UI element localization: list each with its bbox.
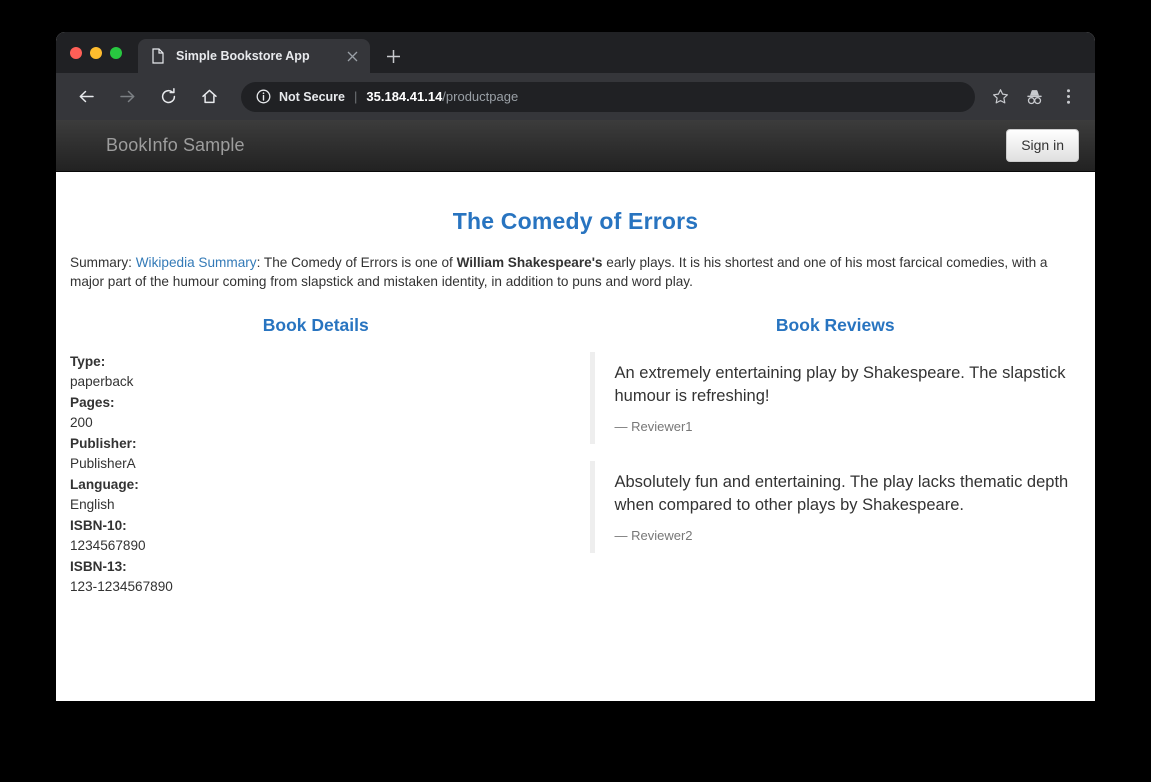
tab-strip: Simple Bookstore App bbox=[56, 32, 1095, 73]
back-arrow-icon[interactable] bbox=[70, 81, 102, 113]
review-item: An extremely entertaining play by Shakes… bbox=[589, 351, 1082, 444]
url-host: 35.184.41.14 bbox=[366, 89, 443, 104]
review-item: Absolutely fun and entertaining. The pla… bbox=[589, 460, 1082, 553]
book-reviews-column: Book Reviews An extremely entertaining p… bbox=[576, 315, 1082, 598]
list-item: Publisher: PublisherA bbox=[70, 434, 562, 474]
sign-in-button[interactable]: Sign in bbox=[1006, 128, 1079, 163]
address-bar[interactable]: Not Secure | 35.184.41.14 /productpage bbox=[241, 81, 975, 112]
summary-part1: : The Comedy of Errors is one of bbox=[256, 255, 457, 270]
navbar-brand[interactable]: BookInfo Sample bbox=[106, 135, 245, 156]
content-columns: Book Details Type: paperback Pages: 200 … bbox=[70, 315, 1081, 598]
detail-value: 200 bbox=[70, 414, 93, 430]
book-details-list: Type: paperback Pages: 200 Publisher: Pu… bbox=[70, 352, 562, 597]
detail-value: English bbox=[70, 496, 115, 512]
reload-icon[interactable] bbox=[152, 81, 184, 113]
maximize-window-button[interactable] bbox=[110, 46, 122, 59]
list-item: Type: paperback bbox=[70, 352, 562, 392]
close-window-button[interactable] bbox=[70, 46, 82, 59]
incognito-icon[interactable] bbox=[1019, 82, 1049, 112]
detail-value: paperback bbox=[70, 373, 134, 389]
detail-label: ISBN-13: bbox=[70, 558, 127, 574]
star-icon[interactable] bbox=[985, 82, 1015, 112]
page-title: The Comedy of Errors bbox=[452, 208, 699, 234]
home-icon[interactable] bbox=[193, 81, 225, 113]
book-details-heading: Book Details bbox=[262, 314, 369, 335]
tab-title: Simple Bookstore App bbox=[176, 49, 310, 63]
forward-arrow-icon[interactable] bbox=[111, 81, 143, 113]
review-text: An extremely entertaining play by Shakes… bbox=[614, 363, 1066, 406]
summary-prefix: Summary: bbox=[70, 255, 136, 270]
detail-value: 123-1234567890 bbox=[70, 578, 173, 594]
info-circle-icon[interactable] bbox=[256, 89, 271, 104]
review-author: Reviewer2 bbox=[615, 528, 1082, 543]
summary-author: William Shakespeare's bbox=[456, 255, 603, 270]
detail-value: PublisherA bbox=[70, 455, 136, 471]
close-icon[interactable] bbox=[343, 47, 361, 65]
detail-label: ISBN-10: bbox=[70, 517, 127, 533]
book-reviews-heading: Book Reviews bbox=[775, 314, 895, 335]
navbar-right: Sign in bbox=[1006, 128, 1079, 163]
page-icon bbox=[151, 48, 165, 64]
review-author: Reviewer1 bbox=[615, 419, 1082, 434]
site-navbar: BookInfo Sample Sign in bbox=[56, 120, 1095, 172]
window-controls bbox=[70, 32, 138, 73]
review-text: Absolutely fun and entertaining. The pla… bbox=[614, 472, 1069, 515]
detail-value: 1234567890 bbox=[70, 537, 146, 553]
detail-label: Language: bbox=[70, 476, 139, 492]
detail-label: Pages: bbox=[70, 394, 115, 410]
book-summary: Summary: Wikipedia Summary: The Comedy o… bbox=[70, 253, 1081, 292]
detail-label: Type: bbox=[70, 353, 106, 369]
browser-tab-active[interactable]: Simple Bookstore App bbox=[138, 39, 370, 73]
list-item: ISBN-13: 123-1234567890 bbox=[70, 557, 562, 597]
minimize-window-button[interactable] bbox=[90, 46, 102, 59]
list-item: Language: English bbox=[70, 475, 562, 515]
page-viewport: BookInfo Sample Sign in The Comedy of Er… bbox=[56, 120, 1095, 701]
browser-toolbar: Not Secure | 35.184.41.14 /productpage bbox=[56, 73, 1095, 120]
url-path: /productpage bbox=[442, 89, 519, 104]
page-content: The Comedy of Errors Summary: Wikipedia … bbox=[56, 208, 1095, 598]
three-dot-menu-icon[interactable] bbox=[1053, 82, 1083, 112]
browser-window: Simple Bookstore App Not Secure | 35.184… bbox=[56, 32, 1095, 701]
security-status-label: Not Secure bbox=[279, 89, 345, 104]
list-item: Pages: 200 bbox=[70, 393, 562, 433]
new-tab-button[interactable] bbox=[379, 42, 407, 70]
book-details-column: Book Details Type: paperback Pages: 200 … bbox=[70, 315, 576, 598]
list-item: ISBN-10: 1234567890 bbox=[70, 516, 562, 556]
url-separator: | bbox=[354, 89, 358, 104]
detail-label: Publisher: bbox=[70, 435, 137, 451]
wikipedia-summary-link[interactable]: Wikipedia Summary bbox=[136, 255, 257, 270]
